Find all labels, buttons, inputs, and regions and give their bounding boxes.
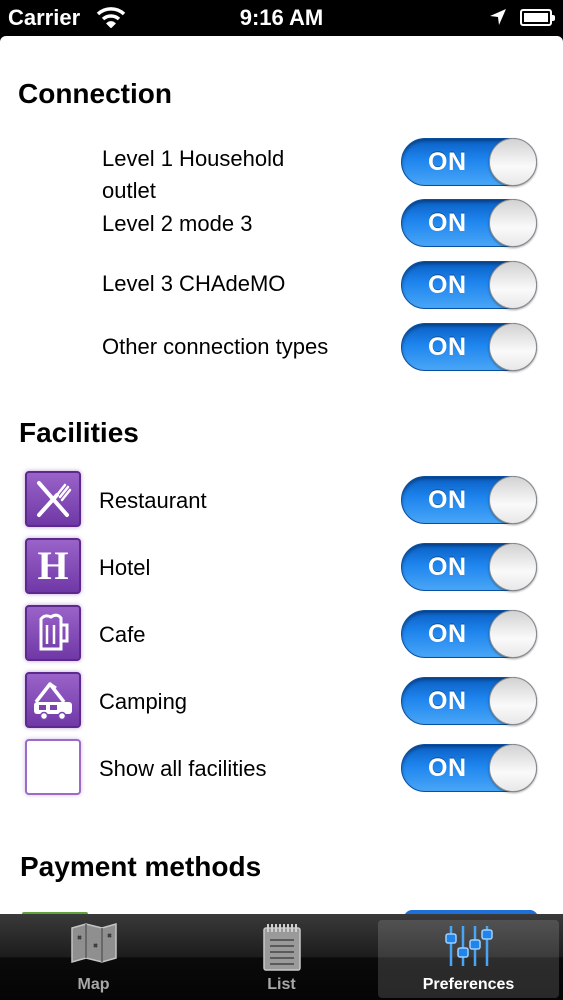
row-label-level1: Level 1 Household outlet [102, 146, 285, 203]
preferences-icon [444, 922, 494, 975]
row-label-hotel: Hotel [99, 555, 151, 580]
tab-bar: Map List Preferences [0, 914, 563, 1000]
hotel-icon: H [25, 538, 81, 594]
restaurant-icon [25, 471, 81, 527]
tab-preferences[interactable]: Preferences [378, 920, 559, 998]
row-label-level2: Level 2 mode 3 [102, 211, 253, 236]
row-label-level3: Level 3 CHAdeMO [102, 271, 286, 296]
toggle-level2[interactable]: ON [401, 199, 537, 247]
toggle-camping[interactable]: ON [401, 677, 537, 725]
section-title-payment: Payment methods [20, 851, 262, 882]
toggle-level3[interactable]: ON [401, 261, 537, 309]
tab-map[interactable]: Map [0, 914, 187, 1000]
tab-label-list: List [267, 976, 296, 993]
list-icon [262, 922, 302, 977]
cafe-icon [25, 605, 81, 661]
section-title-facilities: Facilities [19, 417, 139, 448]
tab-label-map: Map [77, 976, 110, 993]
map-icon [70, 922, 118, 969]
tab-label-preferences: Preferences [422, 976, 515, 993]
toggle-restaurant[interactable]: ON [401, 476, 537, 524]
row-label-camping: Camping [99, 689, 188, 714]
toggle-cafe[interactable]: ON [401, 610, 537, 658]
camping-icon [25, 672, 81, 728]
row-label-cafe: Cafe [99, 622, 146, 647]
battery-icon [520, 9, 555, 26]
show-all-facilities-icon [25, 739, 81, 795]
status-bar: Carrier 9:16 AM [0, 0, 563, 36]
row-label-other-connections: Other connection types [102, 334, 329, 359]
location-arrow-icon [488, 7, 508, 32]
section-title-connection: Connection [18, 78, 172, 109]
toggle-hotel[interactable]: ON [401, 543, 537, 591]
clock: 9:16 AM [239, 5, 324, 30]
toggle-other-connections[interactable]: ON [401, 323, 537, 371]
toggle-show-all-facilities[interactable]: ON [401, 744, 537, 792]
tab-list[interactable]: List [188, 914, 375, 1000]
preferences-list[interactable]: Connection Level 1 Household outlet ON L… [0, 36, 563, 914]
toggle-level1[interactable]: ON [401, 138, 537, 186]
row-label-show-all-facilities: Show all facilities [99, 756, 267, 781]
row-label-restaurant: Restaurant [99, 488, 207, 513]
